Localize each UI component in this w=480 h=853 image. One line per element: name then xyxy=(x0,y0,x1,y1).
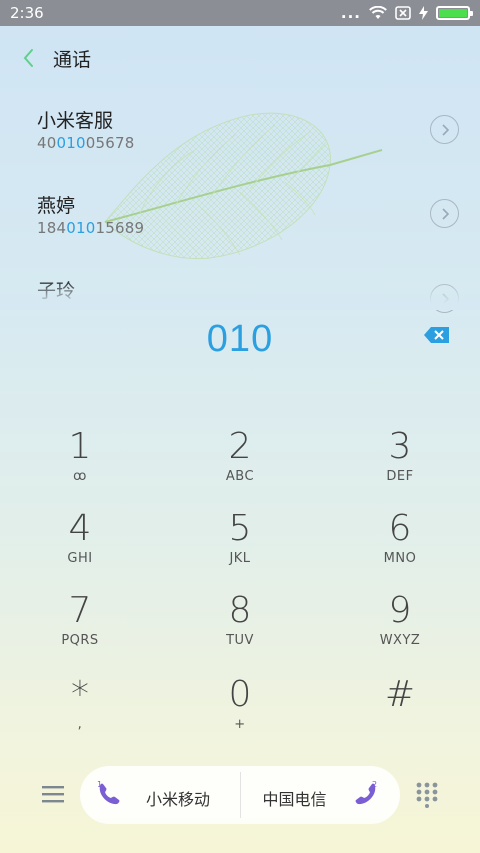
menu-button[interactable] xyxy=(42,784,64,804)
charging-icon xyxy=(419,6,428,20)
list-item[interactable]: 小米客服 4001005678 xyxy=(0,100,480,170)
menu-icon xyxy=(42,786,64,803)
sim-call-pill: 1 小米移动 中国电信 2 xyxy=(80,766,400,824)
voicemail-icon: ꝏ xyxy=(73,469,87,484)
dialpad-icon xyxy=(416,782,438,808)
sim2-label: 中国电信 xyxy=(262,790,327,809)
key-6[interactable]: 6 MNO xyxy=(340,510,460,580)
phone-sim1-icon: 1 xyxy=(97,780,120,805)
back-button[interactable] xyxy=(18,46,38,70)
status-time: 2:36 xyxy=(10,4,44,22)
contact-number: 4001005678 xyxy=(37,134,135,152)
contact-detail-button[interactable] xyxy=(430,115,459,144)
key-5[interactable]: 5 JKL xyxy=(180,510,300,580)
chevron-left-icon xyxy=(23,49,33,67)
bottom-bar: 1 小米移动 中国电信 2 xyxy=(0,766,480,824)
key-1[interactable]: 1ꝏ xyxy=(20,428,140,498)
key-star[interactable]: *, xyxy=(20,676,140,746)
svg-text:2: 2 xyxy=(372,780,377,789)
notification-dots: ... xyxy=(340,4,361,22)
key-0[interactable]: 0 + xyxy=(180,676,300,746)
backspace-button[interactable] xyxy=(424,326,450,344)
phone-sim2-icon: 2 xyxy=(355,780,377,805)
key-3[interactable]: 3 DEF xyxy=(340,428,460,498)
chevron-right-icon xyxy=(441,123,449,136)
battery-icon xyxy=(436,6,473,20)
list-item[interactable]: 燕婷 18401015689 xyxy=(0,185,480,255)
contact-number: 18401015689 xyxy=(37,219,145,237)
wifi-icon xyxy=(369,6,387,20)
contact-name: 小米客服 xyxy=(37,110,114,132)
backspace-icon xyxy=(424,327,449,343)
contact-name: 燕婷 xyxy=(37,195,76,217)
contact-detail-button[interactable] xyxy=(430,199,459,228)
sim1-label: 小米移动 xyxy=(146,790,211,809)
key-2[interactable]: 2 ABC xyxy=(180,428,300,498)
no-sim-icon xyxy=(395,6,411,20)
svg-text:1: 1 xyxy=(97,780,102,789)
key-4[interactable]: 4 GHI xyxy=(20,510,140,580)
key-7[interactable]: 7 PQRS xyxy=(20,592,140,662)
header: 通话 xyxy=(0,42,480,74)
key-hash[interactable]: # xyxy=(340,676,460,746)
page-title: 通话 xyxy=(53,49,92,71)
key-8[interactable]: 8 TUV xyxy=(180,592,300,662)
call-sim1-button[interactable]: 1 小米移动 xyxy=(80,766,240,824)
dialpad-toggle-button[interactable] xyxy=(416,782,438,808)
call-sim2-button[interactable]: 中国电信 2 xyxy=(241,766,401,824)
key-9[interactable]: 9 WXYZ xyxy=(340,592,460,662)
chevron-right-icon xyxy=(441,207,449,220)
list-fade xyxy=(0,280,480,310)
dialed-number: 010 xyxy=(206,318,274,360)
status-bar: 2:36 ... xyxy=(0,0,480,26)
